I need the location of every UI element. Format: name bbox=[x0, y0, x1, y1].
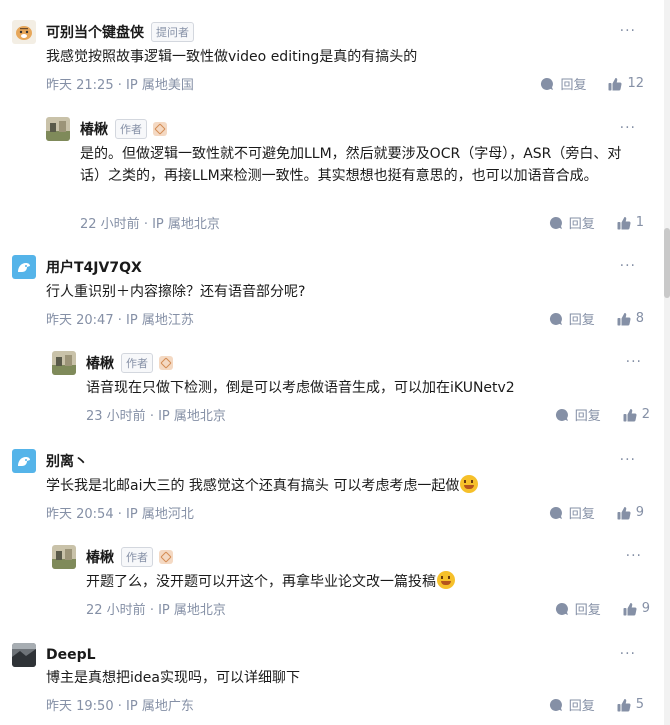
reply-button[interactable]: 回复 bbox=[549, 213, 595, 232]
comment-text: 开题了么，没开题可以开这个，再拿毕业论文改一篇投稿 bbox=[86, 571, 646, 593]
author-name[interactable]: 椿楸 bbox=[86, 353, 114, 373]
like-button[interactable]: 9 bbox=[617, 505, 644, 520]
comment: 用户T4JV7QX ··· 行人重识别＋内容擦除？还有语音部分呢? 昨天 20:… bbox=[0, 255, 660, 333]
more-options-icon[interactable]: ··· bbox=[620, 120, 636, 136]
reply-icon bbox=[541, 77, 554, 90]
author-name[interactable]: DeepL bbox=[46, 647, 96, 663]
thumbs-up-icon bbox=[617, 506, 631, 520]
reply-icon bbox=[555, 602, 568, 615]
rofl-emoji-icon bbox=[460, 475, 479, 493]
reply-button[interactable]: 回复 bbox=[555, 405, 601, 424]
reply-icon bbox=[555, 408, 568, 421]
comment-meta: 昨天 21:25 · IP 属地美国 bbox=[46, 78, 194, 93]
comment-text: 语音现在只做下检测，倒是可以考虑做语音生成，可以加在iKUNetv2 bbox=[86, 380, 515, 396]
comment: DeepL ··· 博主是真想把idea实现吗，可以详细聊下 昨天 19:50 … bbox=[0, 643, 660, 721]
reply-button[interactable]: 回复 bbox=[540, 74, 586, 93]
like-button[interactable]: 5 bbox=[617, 697, 644, 712]
author-tag: 作者 bbox=[121, 547, 153, 567]
author-tag: 作者 bbox=[115, 119, 147, 139]
default-bird-avatar[interactable] bbox=[12, 255, 36, 279]
reply-comment: 椿楸 作者 ··· 是的。但做逻辑一致性就不可避免加LLM，然后就要涉及OCR（… bbox=[44, 117, 660, 233]
reply-icon bbox=[549, 506, 562, 519]
asker-tag: 提问者 bbox=[151, 22, 194, 42]
like-button[interactable]: 12 bbox=[608, 76, 644, 91]
reply-comment: 椿楸 作者 ··· 语音现在只做下检测，倒是可以考虑做语音生成，可以加在iKUN… bbox=[50, 351, 660, 425]
more-options-icon[interactable]: ··· bbox=[626, 354, 642, 370]
author-name[interactable]: 椿楸 bbox=[86, 547, 114, 567]
like-button[interactable]: 9 bbox=[623, 601, 650, 616]
comment-meta: 昨天 20:54 · IP 属地河北 bbox=[46, 507, 194, 522]
grin-sweat-emoji-icon bbox=[437, 571, 455, 589]
comment-meta: 昨天 19:50 · IP 属地广东 bbox=[46, 699, 194, 714]
more-options-icon[interactable]: ··· bbox=[620, 452, 636, 468]
like-button[interactable]: 2 bbox=[623, 407, 650, 422]
author-avatar[interactable] bbox=[52, 351, 76, 375]
thumbs-up-icon bbox=[617, 216, 631, 230]
like-button[interactable]: 1 bbox=[617, 215, 644, 230]
reply-button[interactable]: 回复 bbox=[549, 503, 595, 522]
scrollbar-thumb[interactable] bbox=[664, 228, 670, 298]
more-options-icon[interactable]: ··· bbox=[626, 548, 642, 564]
comment-meta: 22 小时前 · IP 属地北京 bbox=[86, 603, 226, 618]
comment-meta: 22 小时前 · IP 属地北京 bbox=[80, 217, 220, 232]
creator-badge-icon bbox=[159, 550, 173, 564]
author-name[interactable]: 用户T4JV7QX bbox=[46, 257, 142, 277]
thumbs-up-icon bbox=[623, 408, 637, 422]
thumbs-up-icon bbox=[623, 602, 637, 616]
creator-badge-icon bbox=[153, 122, 167, 136]
default-bird-avatar[interactable] bbox=[12, 449, 36, 473]
reply-button[interactable]: 回复 bbox=[555, 599, 601, 618]
thumbs-up-icon bbox=[617, 312, 631, 326]
reply-button[interactable]: 回复 bbox=[549, 695, 595, 714]
author-tag: 作者 bbox=[121, 353, 153, 373]
reply-button[interactable]: 回复 bbox=[549, 309, 595, 328]
comment-meta: 昨天 20:47 · IP 属地江苏 bbox=[46, 313, 194, 328]
reply-icon bbox=[549, 216, 562, 229]
comment: 别离丶 ··· 学长我是北邮ai大三的 我感觉这个还真有搞头 可以考虑考虑一起做… bbox=[0, 449, 660, 527]
scrollbar[interactable] bbox=[664, 0, 670, 725]
landscape-avatar[interactable] bbox=[12, 643, 36, 667]
like-button[interactable]: 8 bbox=[617, 311, 644, 326]
author-name[interactable]: 椿楸 bbox=[80, 119, 108, 139]
more-options-icon[interactable]: ··· bbox=[620, 258, 636, 274]
comment-text: 学长我是北邮ai大三的 我感觉这个还真有搞头 可以考虑考虑一起做 bbox=[46, 475, 479, 497]
author-name[interactable]: 可别当个键盘侠 bbox=[46, 22, 144, 42]
comment: 可别当个键盘侠 提问者 ··· 我感觉按照故事逻辑一致性做video editi… bbox=[0, 20, 660, 98]
reply-icon bbox=[549, 698, 562, 711]
author-avatar[interactable] bbox=[46, 117, 70, 141]
thumbs-up-icon bbox=[617, 698, 631, 712]
comment-text: 行人重识别＋内容擦除？还有语音部分呢? bbox=[46, 284, 306, 300]
comment-text: 博主是真想把idea实现吗，可以详细聊下 bbox=[46, 670, 300, 686]
more-options-icon[interactable]: ··· bbox=[620, 23, 636, 39]
thumbs-up-icon bbox=[608, 77, 622, 91]
creator-badge-icon bbox=[159, 356, 173, 370]
comment-text: 我感觉按照故事逻辑一致性做video editing是真的有搞头的 bbox=[46, 49, 418, 65]
author-avatar[interactable] bbox=[52, 545, 76, 569]
author-name[interactable]: 别离丶 bbox=[46, 451, 88, 471]
reply-icon bbox=[549, 312, 562, 325]
tiger-avatar[interactable] bbox=[12, 20, 36, 44]
comment-meta: 23 小时前 · IP 属地北京 bbox=[86, 409, 226, 424]
more-options-icon[interactable]: ··· bbox=[620, 646, 636, 662]
comment-text: 是的。但做逻辑一致性就不可避免加LLM，然后就要涉及OCR（字母），ASR（旁白… bbox=[80, 146, 622, 184]
reply-comment: 椿楸 作者 ··· 开题了么，没开题可以开这个，再拿毕业论文改一篇投稿 22 小… bbox=[50, 545, 660, 619]
